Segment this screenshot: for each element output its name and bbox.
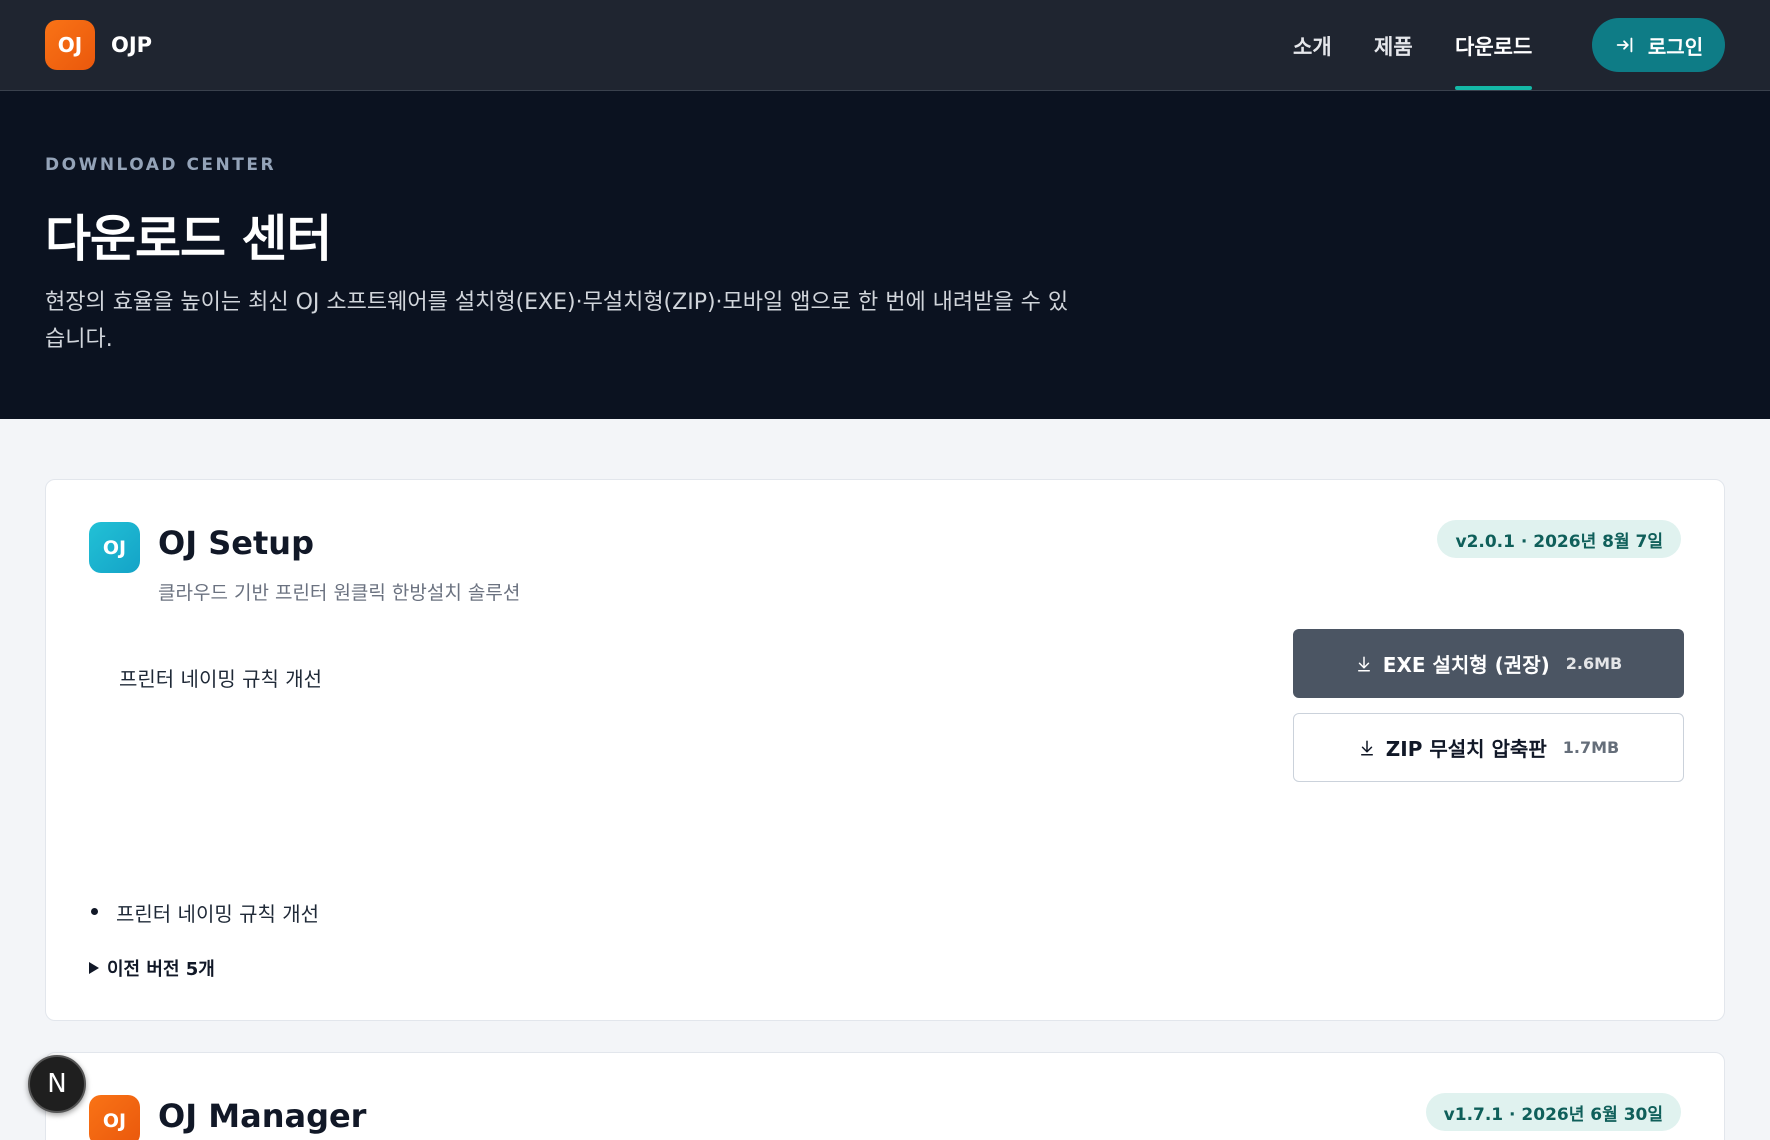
nav-link-products[interactable]: 제품 xyxy=(1374,31,1413,61)
page-title: 다운로드 센터 xyxy=(45,210,332,268)
download-exe-label: EXE 설치형 (권장) xyxy=(1382,653,1550,677)
product-card-oj-manager: OJ OJ Manager v1.7.1 · 2026년 6월 30일 xyxy=(45,1052,1725,1140)
list-item: 프린터 네이밍 규칙 개선 xyxy=(89,898,319,927)
download-exe-size: 2.6MB xyxy=(1565,654,1623,673)
login-button[interactable]: 로그인 xyxy=(1592,18,1725,72)
product-title: OJ Manager xyxy=(158,1097,367,1135)
download-zip-button[interactable]: ZIP 무설치 압축판 1.7MB xyxy=(1293,713,1684,782)
changelog-text: 프린터 네이밍 규칙 개선 xyxy=(119,667,323,691)
download-exe-button[interactable]: EXE 설치형 (권장) 2.6MB xyxy=(1293,629,1684,698)
version-badge: v1.7.1 · 2026년 6월 30일 xyxy=(1425,1093,1681,1131)
dev-tools-badge[interactable]: N xyxy=(28,1055,86,1113)
brand-name: OJP xyxy=(111,33,153,57)
nav-link-download[interactable]: 다운로드 xyxy=(1455,31,1532,61)
brand[interactable]: OJ OJP xyxy=(45,20,152,70)
nav-active-indicator xyxy=(1455,86,1532,90)
release-notes-list: 프린터 네이밍 규칙 개선 xyxy=(89,898,319,927)
brand-logo-icon: OJ xyxy=(45,20,95,70)
download-icon xyxy=(1357,656,1370,671)
login-label: 로그인 xyxy=(1647,34,1704,59)
previous-versions-label: 이전 버전 5개 xyxy=(107,959,215,980)
product-title: OJ Setup xyxy=(158,524,314,562)
hero-section: DOWNLOAD CENTER 다운로드 센터 현장의 효율을 높이는 최신 O… xyxy=(0,91,1770,419)
download-zip-label: ZIP 무설치 압축판 xyxy=(1385,737,1547,761)
version-badge: v2.0.1 · 2026년 8월 7일 xyxy=(1437,520,1681,558)
top-navigation: OJ OJP 소개 제품 다운로드 로그인 xyxy=(0,0,1770,91)
product-subtitle: 클라우드 기반 프린터 원클릭 한방설치 솔루션 xyxy=(158,582,521,604)
triangle-right-icon xyxy=(89,962,99,974)
product-card-oj-setup: OJ OJ Setup 클라우드 기반 프린터 원클릭 한방설치 솔루션 v2.… xyxy=(45,479,1725,1021)
login-icon xyxy=(1616,37,1633,53)
oj-manager-app-icon: OJ xyxy=(89,1095,140,1140)
oj-setup-app-icon: OJ xyxy=(89,522,140,573)
previous-versions-toggle[interactable]: 이전 버전 5개 xyxy=(89,955,215,981)
hero-description: 현장의 효율을 높이는 최신 OJ 소프트웨어를 설치형(EXE)·무설치형(Z… xyxy=(45,290,1069,352)
download-zip-size: 1.7MB xyxy=(1562,738,1620,757)
nav-link-intro[interactable]: 소개 xyxy=(1293,31,1332,61)
download-icon xyxy=(1360,740,1373,755)
hero-eyebrow: DOWNLOAD CENTER xyxy=(45,155,277,175)
